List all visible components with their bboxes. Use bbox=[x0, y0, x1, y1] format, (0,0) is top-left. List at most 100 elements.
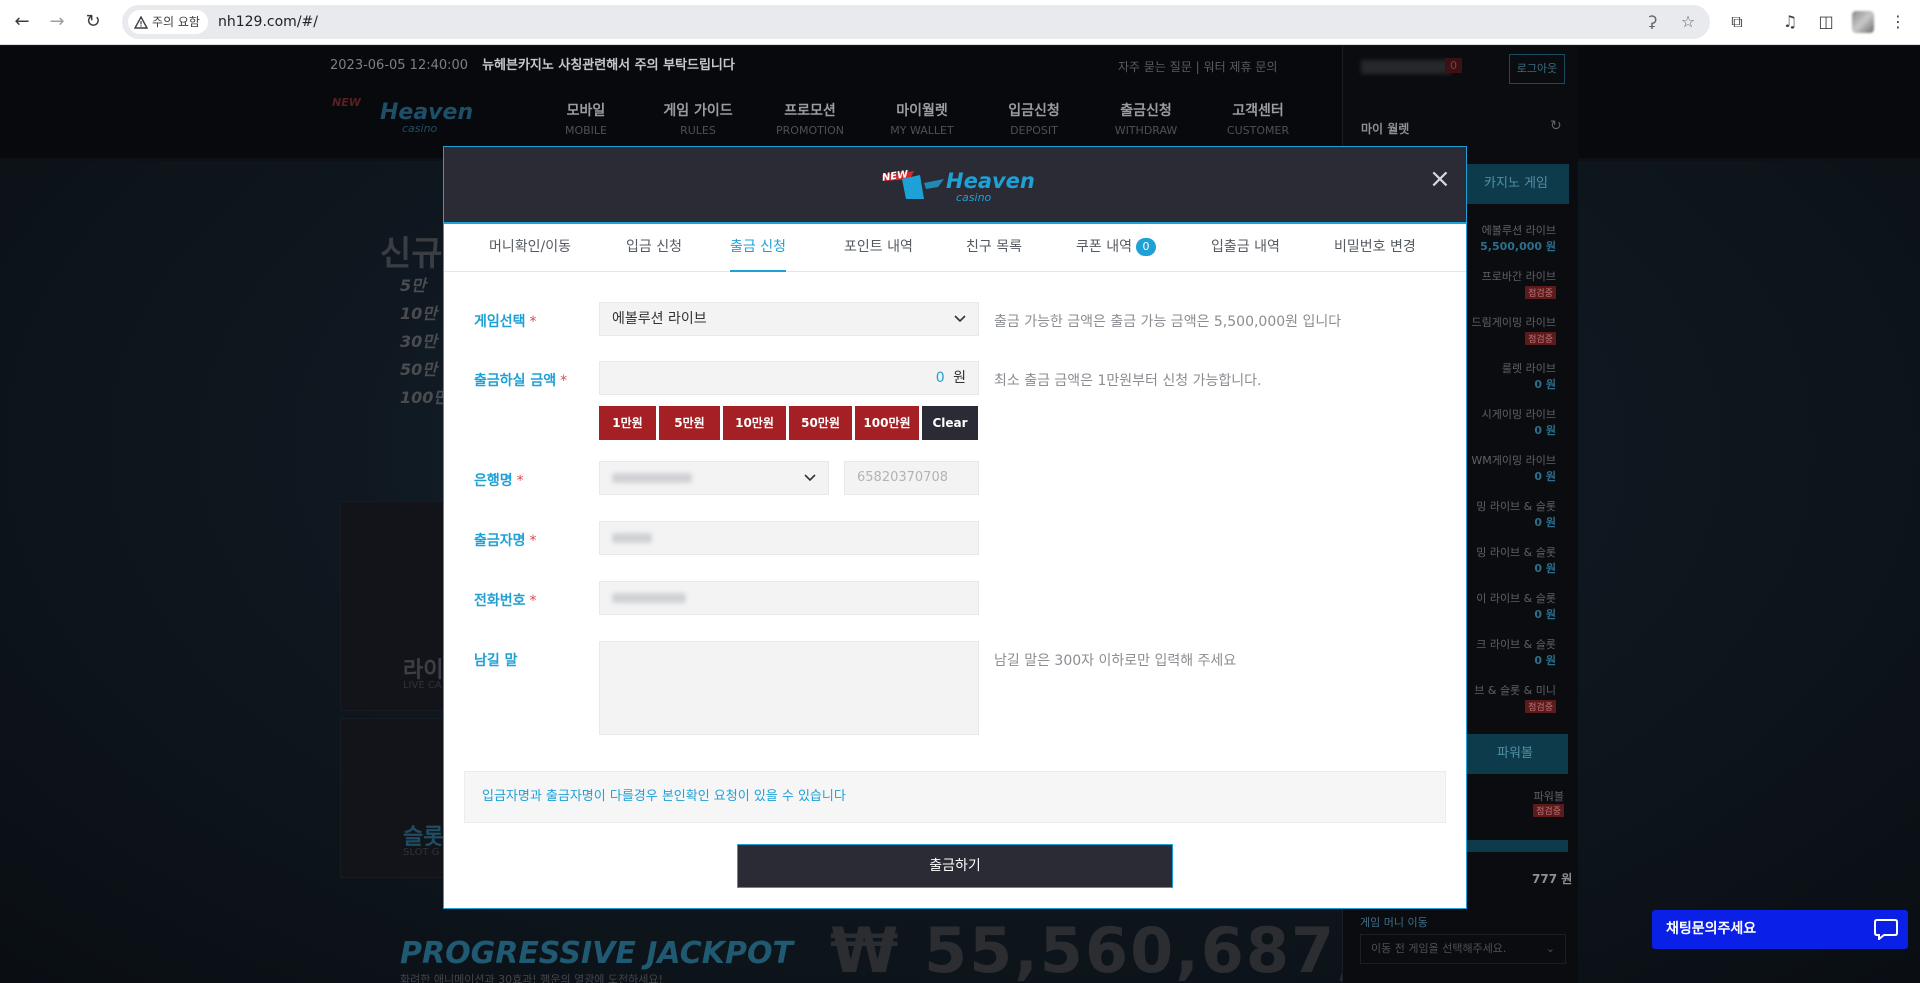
required-mark: * bbox=[516, 473, 524, 489]
withdraw-modal: NEW Heaven casino × 머니확인/이동 입금 신청 출금 신청 … bbox=[443, 146, 1467, 909]
withdrawable-amount-hint: 출금 가능한 금액은 출금 가능 금액은 5,500,000원 입니다 bbox=[994, 314, 1342, 330]
tab-points[interactable]: 포인트 내역 bbox=[844, 224, 913, 272]
casino-game-header[interactable]: 카지노 게임 bbox=[1463, 164, 1569, 204]
game-name: 밍 라이브 & 슬롯 bbox=[1476, 500, 1556, 513]
username-blurred bbox=[1361, 60, 1451, 74]
label-text: 출금하실 금액 bbox=[474, 373, 557, 389]
game-name: 룰렛 라이브 bbox=[1501, 362, 1556, 375]
menu-deposit[interactable]: 입금신청 DEPOSIT bbox=[978, 100, 1090, 137]
wallet-game-row[interactable]: 크 라이브 & 슬롯 0 원 bbox=[1460, 636, 1556, 668]
wallet-game-row[interactable]: 프로바간 라이브 점검중 bbox=[1460, 268, 1556, 299]
more-menu-icon[interactable]: ⋮ bbox=[1887, 11, 1909, 33]
menu-mobile[interactable]: 모바일 MOBILE bbox=[530, 100, 642, 137]
wallet-game-row[interactable]: WM게이밍 라이브 0 원 bbox=[1460, 452, 1556, 484]
menu-sub: CUSTOMER bbox=[1226, 124, 1290, 137]
game-name: 브 & 슬롯 & 미니 bbox=[1474, 684, 1556, 697]
reload-icon[interactable]: ↻ bbox=[81, 10, 105, 34]
memo-textarea[interactable] bbox=[599, 641, 979, 735]
required-mark: * bbox=[560, 373, 568, 389]
back-icon[interactable]: ← bbox=[10, 10, 34, 34]
tab-transactions[interactable]: 입출금 내역 bbox=[1211, 224, 1280, 272]
bank-label: 은행명 * bbox=[474, 470, 524, 490]
tab-coupons[interactable]: 쿠폰 내역 0 bbox=[1076, 224, 1156, 272]
hero-line: 10만 bbox=[400, 304, 437, 323]
clear-amount-button[interactable]: Clear bbox=[922, 406, 978, 440]
amount-label: 출금하실 금액 * bbox=[474, 370, 567, 390]
menu-promotion[interactable]: 프로모션 PROMOTION bbox=[754, 100, 866, 137]
menu-label: 입금신청 bbox=[1008, 103, 1060, 119]
tab-money-check[interactable]: 머니확인/이동 bbox=[489, 224, 571, 272]
wallet-game-row[interactable]: 드림게이밍 라이브 점검중 bbox=[1460, 314, 1556, 345]
chevron-down-icon bbox=[954, 303, 966, 347]
message-count-badge[interactable]: 0 bbox=[1445, 58, 1462, 73]
withdraw-submit-button[interactable]: 출금하기 bbox=[737, 844, 1173, 888]
tab-withdraw[interactable]: 출금 신청 bbox=[730, 224, 786, 272]
logout-button[interactable]: 로그아웃 bbox=[1509, 54, 1565, 84]
jackpot-subtitle: 화려한 애니메이션과 30효과! 행운의 열광에 도전하세요! bbox=[400, 973, 663, 983]
maintenance-tag: 점검중 bbox=[1525, 332, 1556, 345]
ticker-text: 뉴헤븐카지노 사칭관련해서 주의 부탁드립니다 bbox=[482, 58, 735, 73]
menu-withdraw[interactable]: 출금신청 WITHDRAW bbox=[1090, 100, 1202, 137]
browser-toolbar: ← → ↻ 주의 요함 nh129.com/#/ ⚳ ☆ ⧉ ♫ ◫ ⋮ bbox=[0, 0, 1920, 45]
tab-deposit[interactable]: 입금 신청 bbox=[626, 224, 682, 272]
required-mark: * bbox=[529, 533, 537, 549]
wallet-game-row[interactable]: 브 & 슬롯 & 미니점검중 bbox=[1460, 682, 1556, 713]
site-logo-casino: casino bbox=[402, 122, 438, 135]
amount-input[interactable]: 0 원 bbox=[599, 361, 979, 395]
amount-value: 0 bbox=[935, 370, 945, 386]
bookmark-star-icon[interactable]: ☆ bbox=[1678, 12, 1698, 32]
wallet-game-row[interactable]: 시게이밍 라이브 0 원 bbox=[1460, 406, 1556, 438]
refresh-icon[interactable]: ↻ bbox=[1550, 118, 1562, 134]
password-key-icon[interactable]: ⚳ bbox=[1642, 12, 1662, 32]
wallet-game-row[interactable]: 이 라이브 & 슬롯 0 원 bbox=[1460, 590, 1556, 622]
game-name: 밍 라이브 & 슬롯 bbox=[1476, 546, 1556, 559]
wallet-game-row[interactable]: 룰렛 라이브 0 원 bbox=[1460, 360, 1556, 392]
forward-icon[interactable]: → bbox=[45, 10, 69, 34]
wallet-game-row[interactable]: 밍 라이브 & 슬롯 0 원 bbox=[1460, 544, 1556, 576]
memo-label: 남길 말 bbox=[474, 650, 518, 670]
live-card-sub: LIVE CA bbox=[403, 680, 442, 691]
game-select[interactable]: 에볼루션 라이브 bbox=[599, 302, 979, 336]
phone-field[interactable] bbox=[599, 581, 979, 615]
game-balance: 0 원 bbox=[1534, 424, 1556, 437]
url-text[interactable]: nh129.com/#/ bbox=[218, 5, 318, 39]
game-select-value: 에볼루션 라이브 bbox=[612, 311, 707, 327]
menu-sub: MY WALLET bbox=[890, 124, 954, 137]
hero-line: 5만 bbox=[400, 276, 426, 295]
menu-my-wallet[interactable]: 마이월렛 MY WALLET bbox=[866, 100, 978, 137]
profile-avatar[interactable] bbox=[1852, 11, 1874, 33]
tab-friends[interactable]: 친구 목록 bbox=[966, 224, 1022, 272]
ticker-date: 2023-06-05 12:40:00 bbox=[330, 58, 469, 73]
add-100k-button[interactable]: 10만원 bbox=[723, 406, 786, 440]
wallet-game-row[interactable]: 에볼루션 라이브 5,500,000 원 bbox=[1460, 222, 1556, 254]
media-controls-icon[interactable]: ♫ bbox=[1779, 11, 1801, 33]
wallet-game-row[interactable]: 밍 라이브 & 슬롯 0 원 bbox=[1460, 498, 1556, 530]
tab-change-password[interactable]: 비밀번호 변경 bbox=[1334, 224, 1416, 272]
holder-name-field[interactable] bbox=[599, 521, 979, 555]
extensions-icon[interactable]: ⧉ bbox=[1726, 11, 1748, 33]
add-50k-button[interactable]: 5만원 bbox=[659, 406, 720, 440]
add-500k-button[interactable]: 50만원 bbox=[789, 406, 852, 440]
label-text: 은행명 bbox=[474, 473, 513, 489]
maintenance-tag: 점검중 bbox=[1525, 700, 1556, 713]
security-warning-chip[interactable]: 주의 요함 bbox=[128, 10, 208, 34]
game-balance: 0 원 bbox=[1534, 470, 1556, 483]
menu-rules[interactable]: 게임 가이드 RULES bbox=[642, 100, 754, 137]
site-logo[interactable]: NEW Heaven casino bbox=[332, 96, 492, 135]
site-main-menu: 모바일 MOBILE 게임 가이드 RULES 프로모션 PROMOTION 마이월렛… bbox=[530, 100, 1314, 137]
close-icon[interactable]: × bbox=[1429, 165, 1451, 193]
chat-widget-button[interactable]: 채팅문의주세요 bbox=[1652, 910, 1908, 949]
add-10k-button[interactable]: 1만원 bbox=[599, 406, 656, 440]
top-links[interactable]: 자주 묻는 질문 | 워터 제휴 문의 bbox=[1118, 58, 1277, 75]
address-bar[interactable]: 주의 요함 nh129.com/#/ ⚳ ☆ bbox=[122, 5, 1710, 39]
hero-line: 30만 bbox=[400, 332, 437, 351]
bank-select[interactable] bbox=[599, 461, 829, 495]
menu-label: 고객센터 bbox=[1232, 103, 1284, 119]
account-number-field: 65820370708 bbox=[844, 461, 979, 495]
coupon-count-badge: 0 bbox=[1135, 238, 1156, 256]
menu-sub: DEPOSIT bbox=[1010, 124, 1058, 137]
hero-line: 100만 bbox=[400, 388, 449, 407]
add-1m-button[interactable]: 100만원 bbox=[855, 406, 919, 440]
menu-customer[interactable]: 고객센터 CUSTOMER bbox=[1202, 100, 1314, 137]
side-panel-icon[interactable]: ◫ bbox=[1815, 11, 1837, 33]
